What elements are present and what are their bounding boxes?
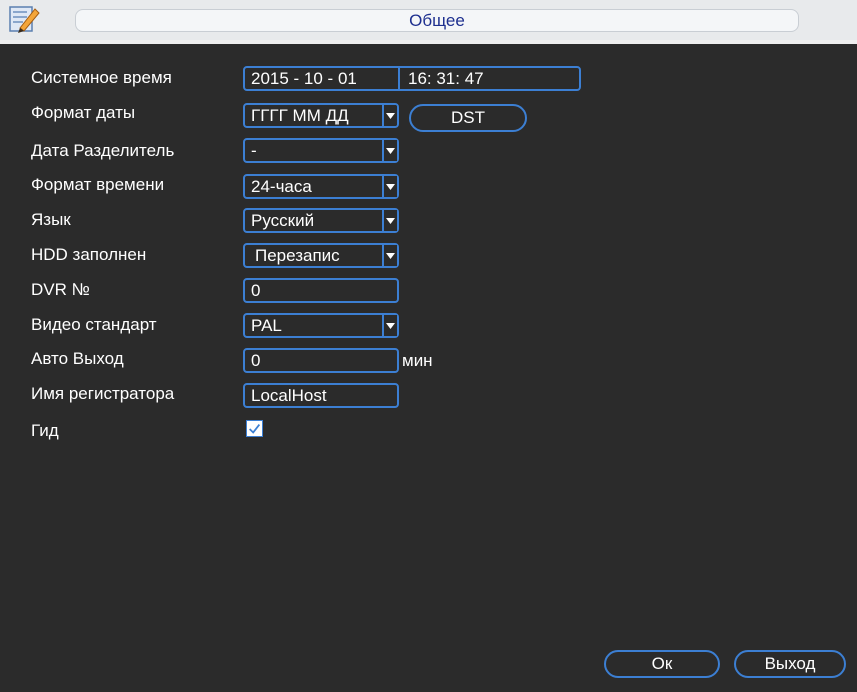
general-settings-window: Общее Системное время 2015 - 10 - 01 16:… xyxy=(0,0,857,692)
guide-label: Гид xyxy=(31,421,59,440)
time-format-label: Формат времени xyxy=(31,175,165,194)
date-format-value: ГГГГ ММ ДД xyxy=(251,106,349,125)
guide-checkbox[interactable] xyxy=(246,420,263,437)
hdd-full-value: Перезапис xyxy=(255,246,340,265)
title-bar: Общее xyxy=(0,0,857,40)
language-select[interactable]: Русский xyxy=(243,208,399,233)
chevron-down-icon[interactable] xyxy=(382,176,397,197)
hdd-full-label: HDD заполнен xyxy=(31,245,147,264)
date-separator-value: - xyxy=(251,141,257,160)
hdd-full-select[interactable]: Перезапис xyxy=(243,243,399,268)
check-icon xyxy=(249,423,261,434)
chevron-down-icon[interactable] xyxy=(382,210,397,231)
system-date-value[interactable]: 2015 - 10 - 01 xyxy=(251,69,357,88)
dvr-number-label: DVR № xyxy=(31,280,90,299)
video-standard-label: Видео стандарт xyxy=(31,315,157,334)
dvr-number-input[interactable]: 0 xyxy=(243,278,399,303)
chevron-down-icon[interactable] xyxy=(382,245,397,266)
device-name-input[interactable]: LocalHost xyxy=(243,383,399,408)
language-label: Язык xyxy=(31,210,71,229)
auto-logout-input[interactable]: 0 xyxy=(243,348,399,373)
date-separator-select[interactable]: - xyxy=(243,138,399,163)
exit-button[interactable]: Выход xyxy=(734,650,846,678)
date-format-select[interactable]: ГГГГ ММ ДД xyxy=(243,103,399,128)
language-value: Русский xyxy=(251,211,315,230)
date-separator-label: Дата Разделитель xyxy=(31,141,175,160)
system-time-field[interactable]: 2015 - 10 - 01 16: 31: 47 xyxy=(243,66,581,91)
ok-button[interactable]: Ок xyxy=(604,650,720,678)
auto-logout-unit: мин xyxy=(402,351,433,370)
chevron-down-icon[interactable] xyxy=(382,105,397,126)
device-name-label: Имя регистратора xyxy=(31,384,175,403)
chevron-down-icon[interactable] xyxy=(382,315,397,336)
datetime-separator xyxy=(398,68,400,89)
time-format-value: 24-часа xyxy=(251,177,312,196)
system-time-label: Системное время xyxy=(31,68,172,87)
edit-settings-icon xyxy=(8,4,40,34)
title-separator xyxy=(0,40,857,44)
time-format-select[interactable]: 24-часа xyxy=(243,174,399,199)
auto-logout-label: Авто Выход xyxy=(31,349,124,368)
window-title: Общее xyxy=(409,11,465,30)
date-format-label: Формат даты xyxy=(31,103,136,122)
video-standard-select[interactable]: PAL xyxy=(243,313,399,338)
video-standard-value: PAL xyxy=(251,316,282,335)
system-time-value[interactable]: 16: 31: 47 xyxy=(408,68,484,89)
dst-button[interactable]: DST xyxy=(409,104,527,132)
title-field: Общее xyxy=(75,9,799,32)
chevron-down-icon[interactable] xyxy=(382,140,397,161)
